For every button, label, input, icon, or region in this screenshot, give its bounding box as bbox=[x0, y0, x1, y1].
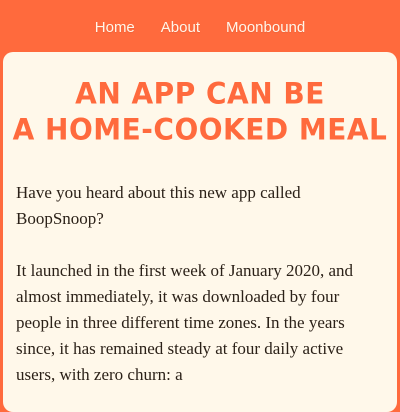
article-title-line-2: A HOME-COOKED MEAL bbox=[12, 112, 388, 147]
nav-link-home[interactable]: Home bbox=[95, 19, 135, 36]
article-paragraph-2: It launched in the first week of January… bbox=[16, 261, 354, 384]
article-title: AN APP CAN BE A HOME-COOKED MEAL bbox=[3, 76, 397, 147]
top-nav: Home About Moonbound bbox=[0, 0, 400, 54]
article-title-line-1: AN APP CAN BE bbox=[75, 76, 325, 111]
article-card: AN APP CAN BE A HOME-COOKED MEAL Have yo… bbox=[3, 52, 397, 412]
article-paragraph-1: Have you heard about this new app called… bbox=[16, 183, 301, 228]
article-body: Have you heard about this new app called… bbox=[16, 180, 384, 412]
nav-link-moonbound[interactable]: Moonbound bbox=[226, 19, 305, 36]
nav-link-about[interactable]: About bbox=[161, 19, 200, 36]
